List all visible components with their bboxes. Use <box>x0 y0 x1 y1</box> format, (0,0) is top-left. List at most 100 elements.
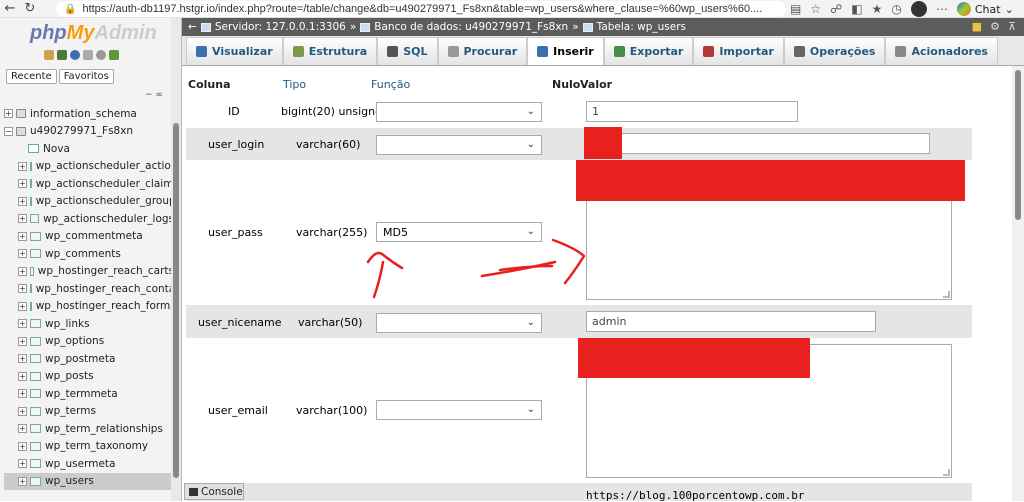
help-icon[interactable] <box>70 50 80 60</box>
tab-operacoes[interactable]: Operações <box>783 37 886 65</box>
tab-recent[interactable]: Recente <box>6 69 57 84</box>
more-icon[interactable]: ⋯ <box>936 2 948 16</box>
tree-db-information-schema[interactable]: + information_schema <box>4 105 174 123</box>
value-input-id[interactable]: 1 <box>586 101 798 122</box>
chevron-down-icon: ⌄ <box>1004 2 1014 16</box>
star-icon[interactable]: ☆ <box>810 2 821 16</box>
function-select-user-email[interactable]: ⌄ <box>376 400 542 420</box>
function-select-user-pass[interactable]: MD5 ⌄ <box>376 222 542 242</box>
tab-visualizar[interactable]: Visualizar <box>186 37 283 65</box>
expand-icon[interactable]: + <box>18 371 27 381</box>
tree-table-wp-usermeta[interactable]: + wp_usermeta <box>4 455 174 473</box>
expand-icon[interactable]: + <box>18 301 27 311</box>
favorites-icon[interactable]: ★ <box>872 2 883 16</box>
table-icon <box>30 476 41 486</box>
expand-icon[interactable]: + <box>18 424 27 434</box>
expand-icon[interactable]: + <box>18 459 27 469</box>
expand-icon[interactable]: + <box>18 249 27 259</box>
extensions-icon[interactable]: ☍ <box>830 2 842 16</box>
expand-icon[interactable]: + <box>18 406 27 416</box>
tab-sql[interactable]: SQL <box>377 37 438 65</box>
expand-icon[interactable]: + <box>18 214 27 224</box>
sidebar-scrollbar[interactable] <box>171 18 181 501</box>
logout-icon[interactable] <box>57 50 67 60</box>
arrow-left-icon[interactable]: ← <box>188 21 197 33</box>
tree-table-wp-options[interactable]: + wp_options <box>4 333 174 351</box>
tree-table-wp-actionscheduler-logs[interactable]: + wp_actionscheduler_logs <box>4 210 174 228</box>
collapse-up-icon[interactable]: ⊼ <box>1008 20 1016 33</box>
gear-icon[interactable]: ⚙ <box>990 20 1000 33</box>
history-icon[interactable]: ◷ <box>891 2 901 16</box>
expand-icon[interactable]: + <box>18 266 27 276</box>
function-select-id[interactable]: ⌄ <box>376 102 542 122</box>
collapse-icon[interactable]: − <box>4 126 13 136</box>
table-icon <box>29 161 32 171</box>
tab-procurar[interactable]: Procurar <box>437 37 528 65</box>
reader-icon[interactable]: ▤ <box>790 2 801 16</box>
table-icon <box>29 301 32 311</box>
chat-button[interactable]: Chat ⌄ <box>956 2 1014 16</box>
tree-table-wp-termmeta[interactable]: + wp_termmeta <box>4 385 174 403</box>
expand-icon[interactable]: + <box>18 319 27 329</box>
function-select-user-nicename[interactable]: ⌄ <box>376 313 542 333</box>
reload-icon[interactable]: ↻ <box>20 0 40 18</box>
tree-table-wp-terms[interactable]: + wp_terms <box>4 403 174 421</box>
expand-icon[interactable]: + <box>18 476 27 486</box>
split-icon[interactable]: ◧ <box>851 2 862 16</box>
refresh-icon[interactable] <box>109 50 119 60</box>
tree-table-wp-hostinger-reach-conta[interactable]: + wp_hostinger_reach_conta <box>4 280 175 298</box>
docs-icon[interactable] <box>83 50 93 60</box>
value-input-user-nicename[interactable]: admin <box>586 311 876 332</box>
tab-importar[interactable]: Importar <box>693 37 784 65</box>
tree-table-wp-users[interactable]: + wp_users <box>4 472 174 490</box>
tree-table-wp-posts[interactable]: + wp_posts <box>4 368 174 386</box>
main-scrollbar[interactable] <box>1012 66 1024 501</box>
header-type[interactable]: Tipo <box>283 78 306 91</box>
function-select-user-login[interactable]: ⌄ <box>376 135 542 155</box>
expand-icon[interactable]: + <box>18 354 27 364</box>
tree-table-wp-commentmeta[interactable]: + wp_commentmeta <box>4 228 174 246</box>
tree-table-wp-term-relationships[interactable]: + wp_term_relationships <box>4 420 174 438</box>
expand-icon[interactable]: + <box>18 336 27 346</box>
tree-table-wp-term-taxonomy[interactable]: + wp_term_taxonomy <box>4 438 174 456</box>
tree-table-wp-hostinger-reach-carts[interactable]: + wp_hostinger_reach_carts <box>4 263 174 281</box>
tree-table-wp-actionscheduler-group[interactable]: + wp_actionscheduler_group <box>4 193 176 211</box>
phpmyadmin-logo[interactable]: phpMyAdmin <box>30 22 157 45</box>
expand-icon[interactable]: + <box>18 441 27 451</box>
tab-inserir[interactable]: Inserir <box>527 37 604 65</box>
breadcrumb-database[interactable]: Banco de dados: u490279971_Fs8xn <box>374 21 568 33</box>
tree-table-wp-actionscheduler-claims[interactable]: + wp_actionscheduler_claims <box>4 175 179 193</box>
tree-table-wp-links[interactable]: + wp_links <box>4 315 174 333</box>
expand-icon[interactable]: + <box>18 389 27 399</box>
expand-icon[interactable]: + <box>18 284 27 294</box>
expand-icon[interactable]: + <box>18 196 27 206</box>
breadcrumb-table[interactable]: Tabela: wp_users <box>597 21 686 33</box>
back-arrow-icon[interactable]: ← <box>0 0 20 18</box>
address-bar[interactable]: 🔒 https://auth-db1197.hstgr.io/index.php… <box>56 1 786 17</box>
expand-icon[interactable]: + <box>18 231 27 241</box>
tree-db-u490279971[interactable]: − u490279971_Fs8xn <box>4 123 174 141</box>
tree-new-table[interactable]: Nova <box>4 140 174 158</box>
collapse-all-button[interactable]: − ∞ <box>145 90 163 100</box>
tab-favorites[interactable]: Favoritos <box>58 69 114 84</box>
settings-icon[interactable] <box>96 50 106 60</box>
structure-icon <box>292 46 304 57</box>
value-input-user-login[interactable] <box>586 133 930 154</box>
tree-table-wp-actionscheduler-action[interactable]: + wp_actionscheduler_action <box>4 158 177 176</box>
lock-icon[interactable]: ■ <box>972 20 982 33</box>
home-icon[interactable] <box>44 50 54 60</box>
expand-icon[interactable]: + <box>18 179 27 189</box>
expand-icon[interactable]: + <box>18 161 27 171</box>
avatar[interactable] <box>910 1 927 17</box>
header-function[interactable]: Função <box>371 78 410 91</box>
tree-table-wp-hostinger-reach-forms[interactable]: + wp_hostinger_reach_forms <box>4 298 176 316</box>
tab-estrutura[interactable]: Estrutura <box>282 37 378 65</box>
tree-table-wp-comments[interactable]: + wp_comments <box>4 245 174 263</box>
header-null: Nulo <box>552 78 581 91</box>
expand-icon[interactable]: + <box>4 109 13 119</box>
console-button[interactable]: Console <box>184 483 244 500</box>
tab-exportar[interactable]: Exportar <box>603 37 694 65</box>
breadcrumb-server[interactable]: Servidor: 127.0.0.1:3306 <box>215 21 346 33</box>
tree-table-wp-postmeta[interactable]: + wp_postmeta <box>4 350 174 368</box>
tab-acionadores[interactable]: Acionadores <box>885 37 998 65</box>
